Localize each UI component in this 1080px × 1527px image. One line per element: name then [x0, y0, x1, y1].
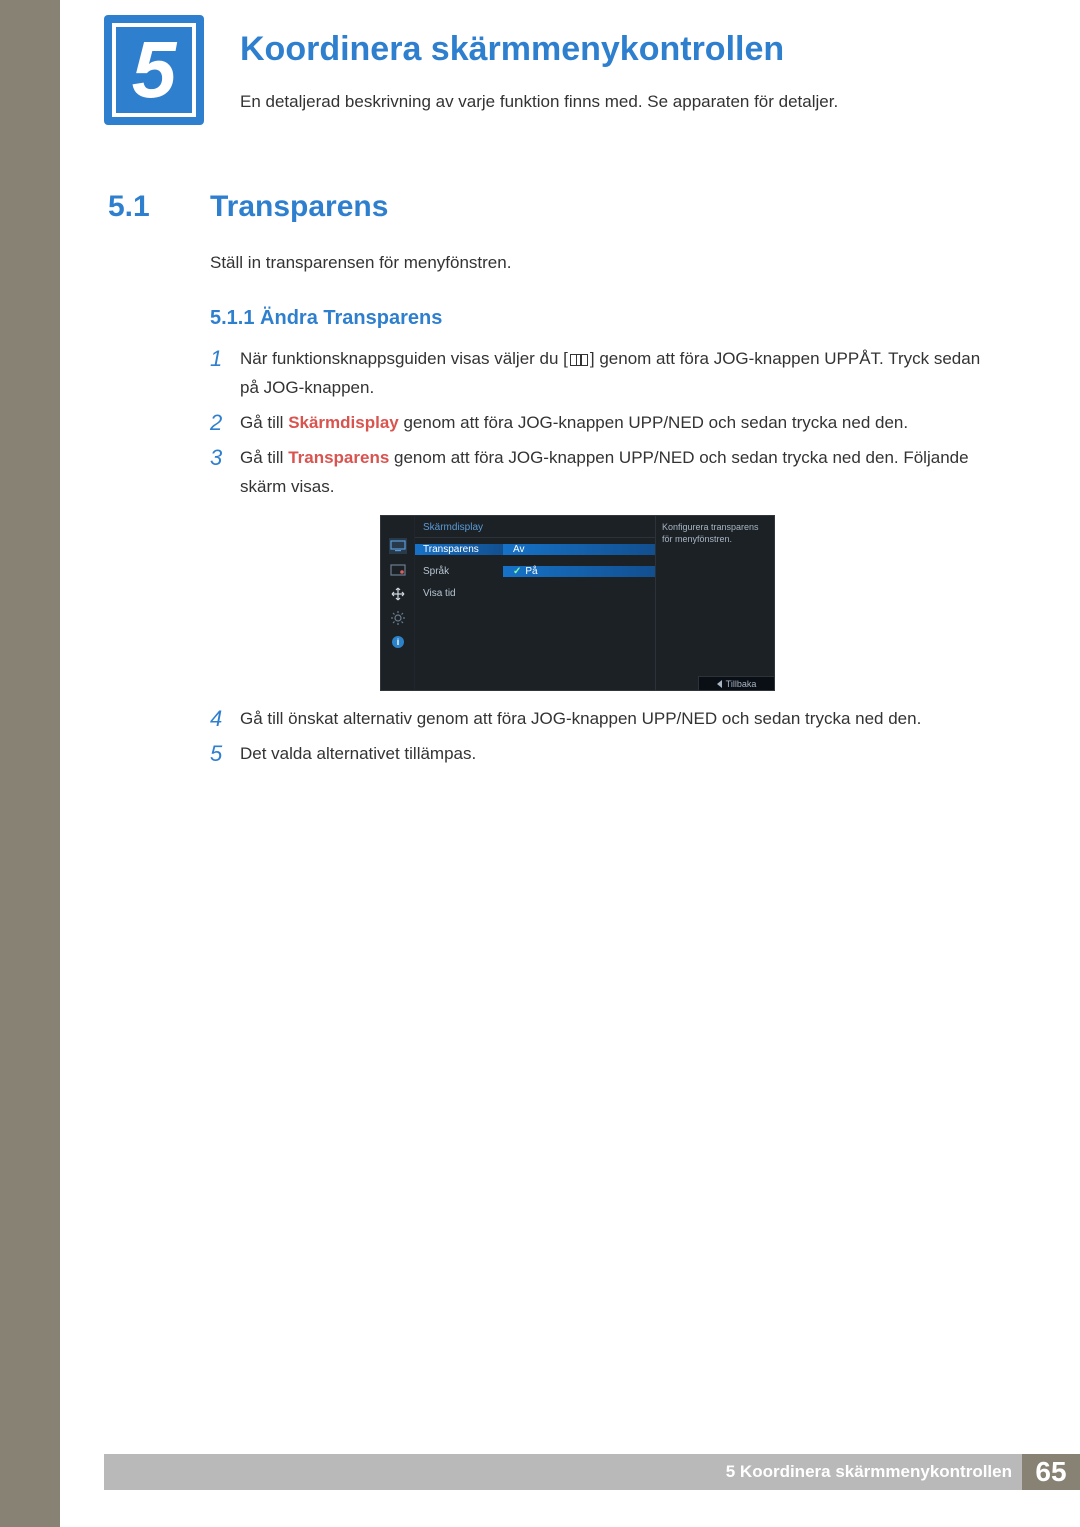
chapter-description: En detaljerad beskrivning av varje funkt…: [240, 92, 838, 112]
step-text: Gå till Skärmdisplay genom att föra JOG-…: [240, 409, 1000, 438]
page: 5 Koordinera skärmmenykontrollen En deta…: [60, 0, 1080, 1527]
step-text: Gå till Transparens genom att föra JOG-k…: [240, 444, 1000, 502]
back-arrow-icon: [717, 680, 722, 688]
osd-tooltip: Konfigurera transparens för menyfönstren…: [655, 516, 774, 690]
osd-sidebar: i: [381, 516, 415, 690]
gear-icon: [389, 610, 407, 626]
step-number: 5: [210, 740, 240, 769]
monitor-icon: [389, 538, 407, 554]
highlight: Skärmdisplay: [288, 413, 399, 432]
step-number: 1: [210, 345, 240, 374]
picture-icon: [389, 562, 407, 578]
page-left-stripe: [0, 0, 60, 1527]
osd-header: Skärmdisplay: [415, 516, 655, 538]
osd-screenshot: i Skärmdisplay Transparens Av Språk ✓ På: [380, 515, 1000, 691]
page-footer: 5 Koordinera skärmmenykontrollen 65: [60, 1454, 1080, 1490]
check-icon: ✓: [513, 566, 521, 577]
footer-page-number: 65: [1022, 1454, 1080, 1490]
chapter-number: 5: [132, 30, 177, 110]
osd-row-label: Språk: [415, 566, 503, 577]
osd-row-sprak: Språk ✓ På: [415, 560, 655, 582]
menu-icon: [570, 354, 588, 366]
steps-list: 1 När funktionsknappsguiden visas väljer…: [210, 345, 1000, 775]
osd-row-transparens: Transparens Av: [415, 538, 655, 560]
osd-row-value: ✓ På: [503, 566, 655, 577]
section-description: Ställ in transparensen för menyfönstren.: [210, 253, 511, 273]
osd-row-value: Av: [503, 544, 655, 555]
step-5: 5 Det valda alternativet tillämpas.: [210, 740, 1000, 769]
info-icon: i: [389, 634, 407, 650]
svg-text:i: i: [396, 637, 399, 647]
chapter-title: Koordinera skärmmenykontrollen: [240, 30, 784, 69]
highlight: Transparens: [288, 448, 389, 467]
osd-panel: i Skärmdisplay Transparens Av Språk ✓ På: [380, 515, 775, 691]
osd-row-label: Visa tid: [415, 588, 503, 599]
step-text: Gå till önskat alternativ genom att föra…: [240, 705, 1000, 734]
osd-row-label: Transparens: [415, 544, 503, 555]
step-2: 2 Gå till Skärmdisplay genom att föra JO…: [210, 409, 1000, 438]
step-text: Det valda alternativet tillämpas.: [240, 740, 1000, 769]
footer-chapter-label: 5 Koordinera skärmmenykontrollen: [114, 1454, 1022, 1490]
step-3: 3 Gå till Transparens genom att föra JOG…: [210, 444, 1000, 502]
step-text: När funktionsknappsguiden visas väljer d…: [240, 345, 1000, 403]
chapter-badge: 5: [104, 15, 204, 125]
footer-left-gap: [60, 1454, 104, 1490]
osd-row-visatid: Visa tid: [415, 582, 655, 604]
section-number: 5.1: [108, 190, 150, 224]
resize-icon: [389, 586, 407, 602]
section-title: Transparens: [210, 190, 388, 224]
step-number: 3: [210, 444, 240, 473]
step-4: 4 Gå till önskat alternativ genom att fö…: [210, 705, 1000, 734]
step-number: 4: [210, 705, 240, 734]
osd-main: Skärmdisplay Transparens Av Språk ✓ På V…: [415, 516, 655, 690]
step-number: 2: [210, 409, 240, 438]
subsection-title: 5.1.1 Ändra Transparens: [210, 307, 442, 330]
step-1: 1 När funktionsknappsguiden visas väljer…: [210, 345, 1000, 403]
osd-back-button: Tillbaka: [698, 676, 774, 690]
